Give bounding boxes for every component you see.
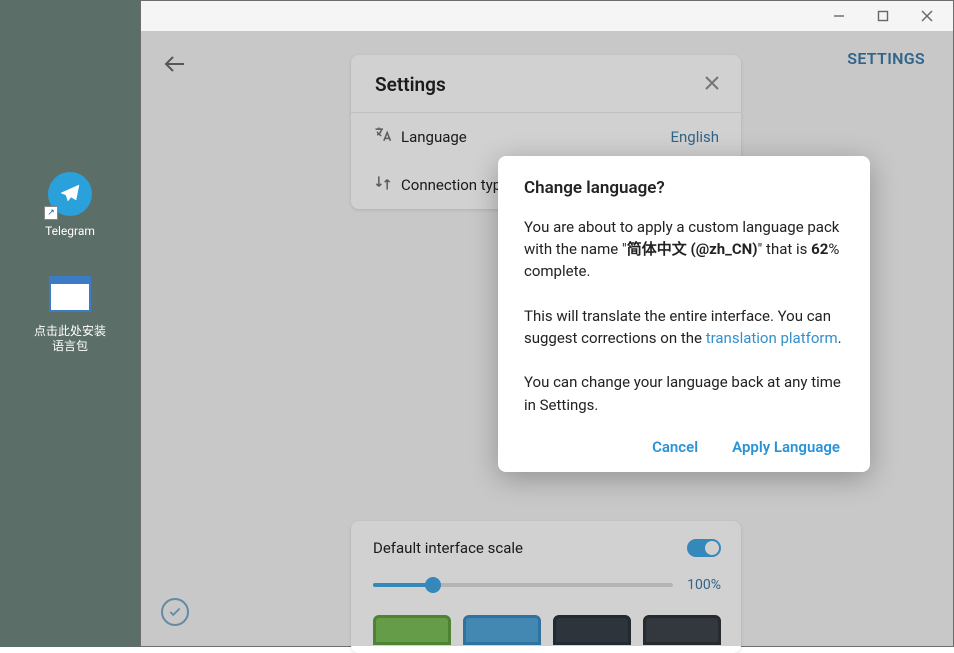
file-icon — [46, 270, 94, 318]
apply-language-button[interactable]: Apply Language — [732, 438, 840, 456]
back-button[interactable] — [163, 55, 187, 77]
theme-swatch[interactable] — [553, 615, 631, 645]
verified-badge-icon — [161, 598, 189, 626]
dialog-text: You can change your language back at any… — [524, 371, 846, 415]
desktop-icon-telegram[interactable]: ↗ Telegram — [0, 170, 140, 240]
minimize-button[interactable] — [817, 2, 861, 30]
dialog-percent: 62 — [811, 240, 828, 258]
scale-value: 100% — [687, 577, 721, 593]
scale-toggle[interactable] — [687, 539, 721, 557]
desktop-icon-label: 点击此处安装 语言包 — [34, 324, 106, 355]
theme-swatch[interactable] — [643, 615, 721, 645]
settings-row-language[interactable]: Language English — [351, 113, 741, 161]
shortcut-arrow-icon: ↗ — [44, 206, 58, 220]
theme-swatch[interactable] — [463, 615, 541, 645]
dialog-text: " that is — [758, 240, 812, 258]
maximize-button[interactable] — [861, 2, 905, 30]
dialog-text: . — [838, 329, 842, 347]
theme-swatches — [373, 615, 721, 645]
close-button[interactable] — [905, 2, 949, 30]
translate-icon — [373, 125, 401, 149]
scale-label: Default interface scale — [373, 539, 523, 557]
change-language-dialog: Change language? You are about to apply … — [498, 156, 870, 472]
app-window: SETTINGS Settings Language English Conne — [140, 0, 954, 647]
scale-slider[interactable] — [373, 583, 673, 587]
dialog-title: Change language? — [524, 178, 846, 198]
translation-platform-link[interactable]: translation platform — [706, 329, 838, 347]
scale-panel: Default interface scale 100% — [351, 521, 741, 653]
panel-close-button[interactable] — [703, 74, 721, 96]
desktop-background: ↗ Telegram 点击此处安装 语言包 — [0, 0, 140, 647]
telegram-icon: ↗ — [46, 170, 94, 218]
row-value: English — [670, 128, 719, 146]
desktop-icon-label: Telegram — [45, 224, 95, 240]
theme-swatch[interactable] — [373, 615, 451, 645]
row-label: Language — [401, 128, 670, 146]
connection-icon — [373, 173, 401, 197]
desktop-icon-langpack[interactable]: 点击此处安装 语言包 — [0, 270, 140, 355]
dialog-body: You are about to apply a custom language… — [524, 216, 846, 416]
panel-title: Settings — [375, 73, 446, 96]
cancel-button[interactable]: Cancel — [652, 438, 698, 456]
dialog-lang-name: 简体中文 (@zh_CN) — [627, 240, 758, 258]
header-settings-link[interactable]: SETTINGS — [847, 49, 925, 68]
titlebar — [141, 1, 953, 31]
